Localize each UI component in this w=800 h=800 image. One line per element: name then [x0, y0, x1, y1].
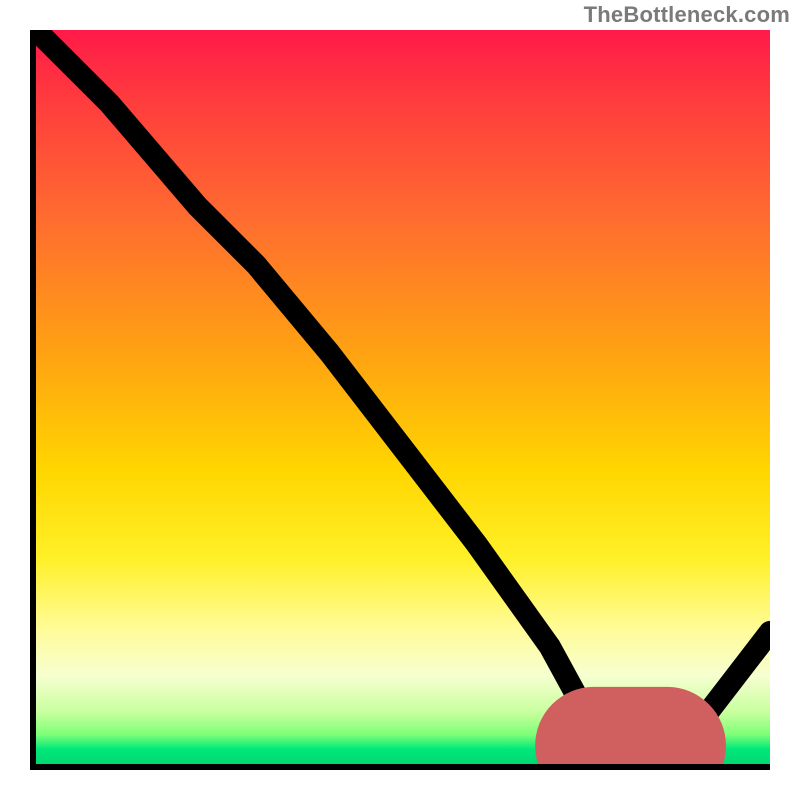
- bottleneck-curve: [36, 30, 770, 757]
- plot-svg: [36, 30, 770, 764]
- plot-frame: [30, 30, 770, 770]
- source-label: TheBottleneck.com: [584, 2, 790, 28]
- chart-container: TheBottleneck.com: [0, 0, 800, 800]
